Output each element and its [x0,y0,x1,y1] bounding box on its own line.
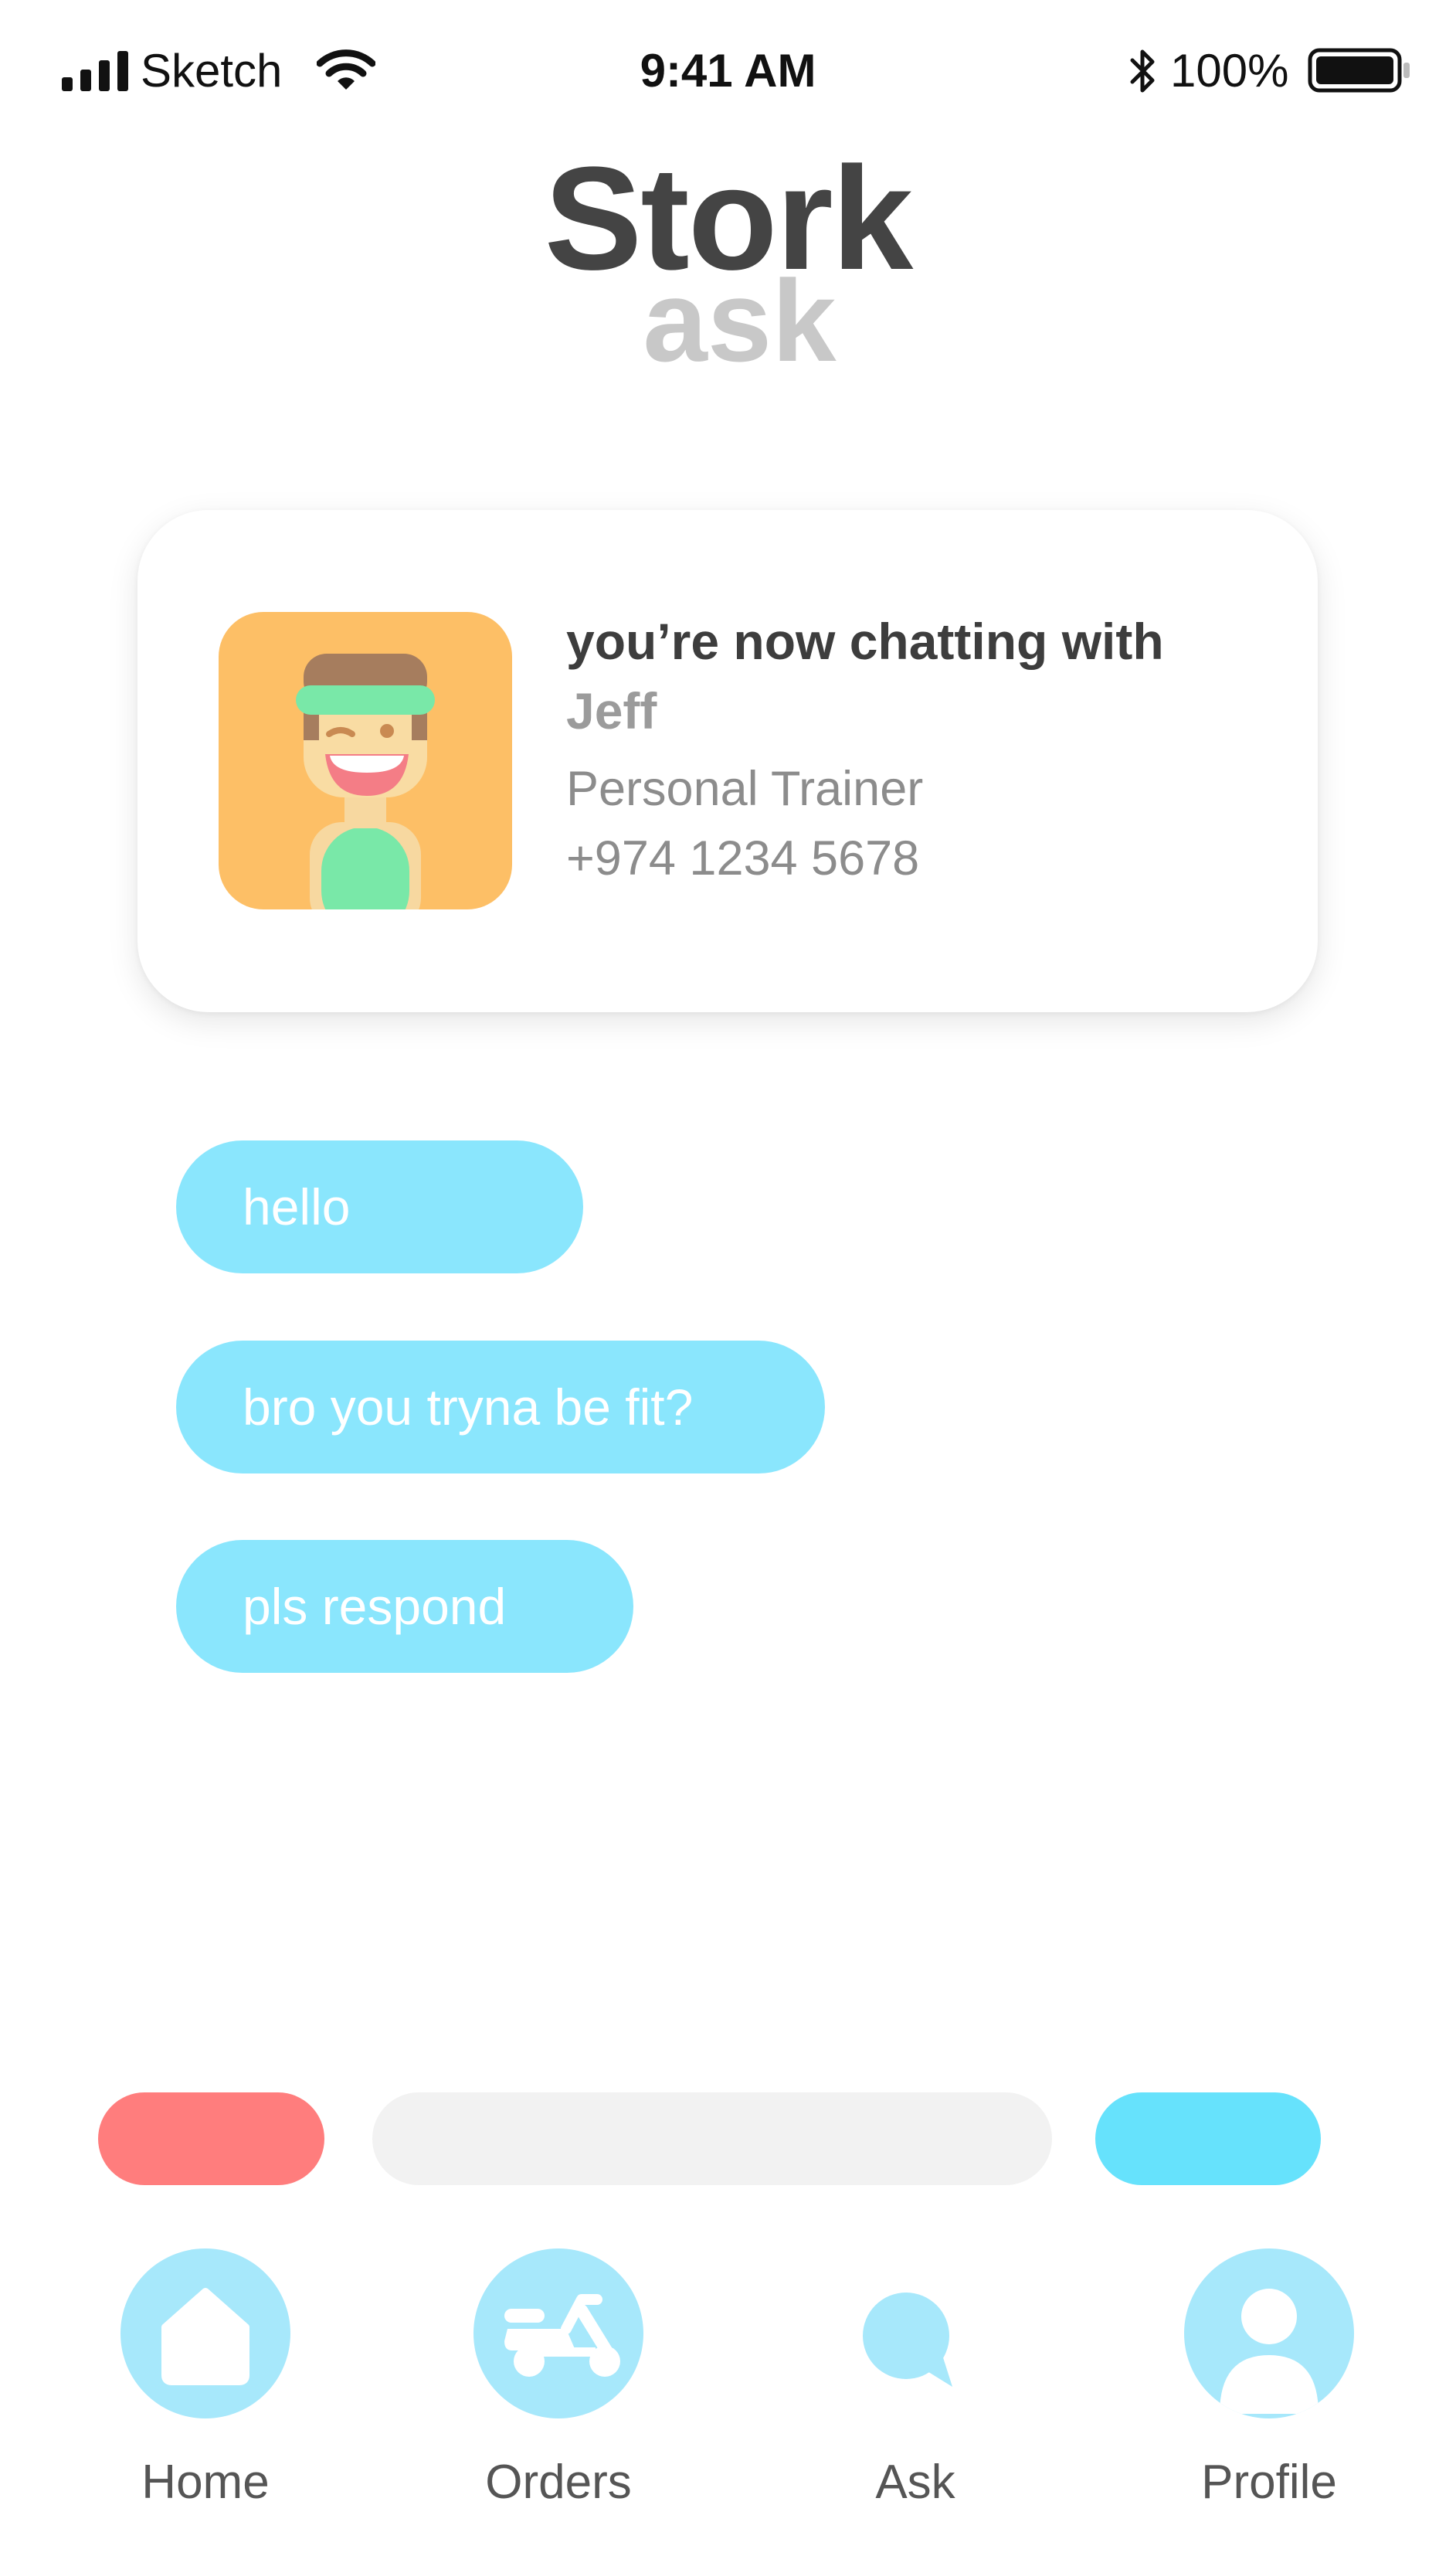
nav-label-ask: Ask [875,2456,955,2509]
nav-label-orders: Orders [485,2456,632,2509]
chat-heading: you’re now chatting with Jeff [566,607,1261,746]
user-icon [1184,2248,1354,2418]
contact-phone: +974 1234 5678 [566,831,920,885]
app-subtitle: ask [643,256,837,386]
nav-item-orders[interactable]: Orders [427,2248,690,2519]
battery-icon [1308,48,1410,93]
contact-name: Jeff [566,682,657,739]
avatar-illustration [296,654,435,909]
chat-heading-text: you’re now chatting with [566,613,1164,670]
nav-item-home[interactable]: Home [74,2248,337,2519]
message-bubble: pls respond [176,1540,633,1673]
chat-bubble-icon [863,2293,952,2387]
message-bubble: bro you tryna be fit? [176,1341,825,1473]
status-bar: Sketch 9:41 AM 100% [0,0,1456,124]
scooter-icon [473,2248,643,2418]
home-icon [120,2248,290,2418]
nav-item-profile[interactable]: Profile [1138,2248,1400,2519]
contact-role: Personal Trainer [566,762,924,816]
decline-button[interactable] [98,2092,324,2185]
message-bubble: hello [176,1140,583,1273]
bluetooth-icon [1130,49,1155,93]
battery-percentage: 100% [1170,45,1289,97]
message-input[interactable] [372,2092,1052,2185]
trainer-avatar [219,612,512,909]
send-button[interactable] [1095,2092,1321,2185]
nav-item-ask[interactable]: Ask [784,2248,1047,2519]
nav-label-profile: Profile [1201,2456,1337,2509]
contact-card: you’re now chatting with Jeff Personal T… [137,510,1318,1012]
nav-label-home: Home [141,2456,270,2509]
